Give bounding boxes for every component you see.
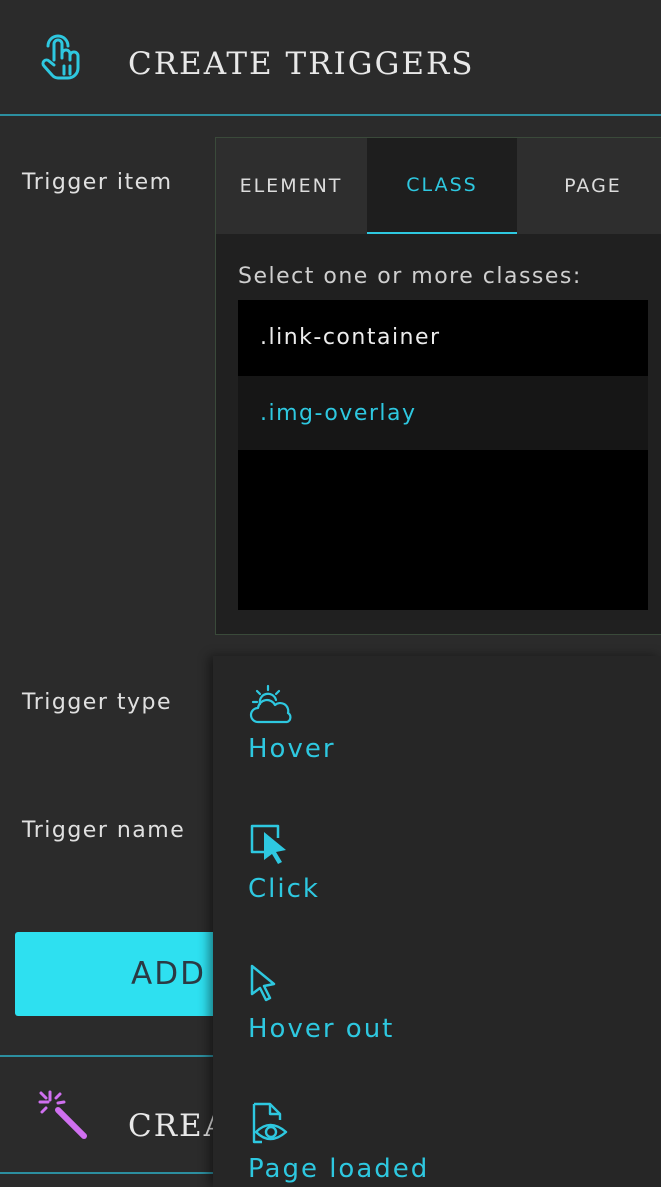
trigger-item-label: Trigger item — [22, 170, 173, 195]
option-page-loaded-label: Page loaded — [248, 1154, 430, 1184]
sun-cloud-icon — [249, 684, 292, 724]
option-hover[interactable]: Hover — [248, 684, 628, 764]
cursor-click-icon — [250, 824, 286, 864]
trigger-type-label: Trigger type — [22, 690, 173, 715]
option-hover-out[interactable]: Hover out — [248, 962, 628, 1044]
page-title: CREATE TRIGGERS — [128, 46, 475, 82]
tab-bar: ELEMENT CLASS PAGE — [216, 138, 661, 234]
tab-element[interactable]: ELEMENT — [216, 138, 366, 234]
trigger-type-dropdown[interactable]: Hover Click Hover out Page loaded — [213, 656, 661, 1187]
pointer-arrow-icon — [250, 964, 276, 1002]
option-page-loaded[interactable]: Page loaded — [248, 1102, 628, 1184]
trigger-item-panel: ELEMENT CLASS PAGE Select one or more cl… — [215, 137, 661, 635]
option-hover-label: Hover — [248, 734, 336, 764]
section-header: CREATE TRIGGERS — [0, 0, 661, 116]
class-option-img-overlay[interactable]: .img-overlay — [238, 376, 648, 450]
class-list[interactable]: .link-container .img-overlay — [238, 300, 648, 610]
tab-class[interactable]: CLASS — [367, 138, 517, 234]
class-picker-hint: Select one or more classes: — [238, 264, 582, 289]
option-click-label: Click — [248, 874, 320, 904]
trigger-name-label: Trigger name — [22, 818, 186, 843]
document-eye-icon — [252, 1102, 288, 1144]
hand-pointer-icon — [41, 34, 80, 80]
option-hover-out-label: Hover out — [248, 1014, 395, 1044]
tab-page[interactable]: PAGE — [518, 138, 661, 234]
section-divider — [0, 1055, 215, 1057]
section-divider-bottom — [0, 1172, 215, 1174]
option-click[interactable]: Click — [248, 822, 628, 904]
magic-wand-icon — [38, 1090, 87, 1139]
class-option-link-container[interactable]: .link-container — [238, 300, 648, 374]
